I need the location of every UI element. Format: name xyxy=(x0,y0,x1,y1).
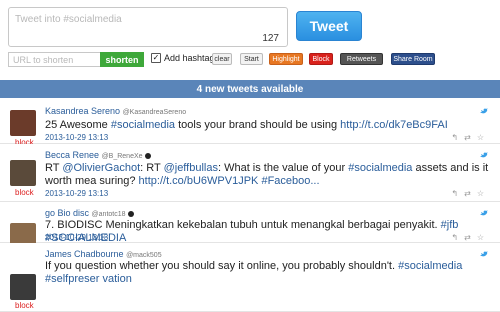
hashtag-link[interactable]: #Faceboo... xyxy=(261,175,319,187)
start-button[interactable]: Start xyxy=(240,53,263,65)
clear-button[interactable]: clear xyxy=(212,53,232,65)
tweet-author[interactable]: Becca Renee @B_ReneXe xyxy=(45,150,153,160)
block-user-link[interactable]: block xyxy=(15,301,34,310)
tweet-actions: ↰⇄☆ xyxy=(451,189,490,198)
tweet-author[interactable]: go Bio disc @antotc18 xyxy=(45,208,136,218)
hashtag-link[interactable]: #socialmedia xyxy=(398,260,462,272)
author-handle: @KasandreaSereno xyxy=(122,109,187,116)
tweet-text-segment: : RT xyxy=(140,162,164,174)
twitter-bird-icon xyxy=(480,152,488,158)
tweet-timestamp[interactable]: 2013-10-29 13:13 xyxy=(45,133,108,142)
tweet-text-segment: : What is the value of your xyxy=(217,162,349,174)
highlight-button[interactable]: Highlight xyxy=(269,53,303,65)
char-counter: 127 xyxy=(262,33,279,44)
twitter-bird-icon xyxy=(480,251,488,257)
tweet-text: RT @OlivierGachot: RT @jeffbullas: What … xyxy=(45,162,495,188)
author-handle: @antotc18 xyxy=(91,211,126,218)
hashtag-link[interactable]: #selfpreser vation xyxy=(45,273,132,285)
avatar[interactable] xyxy=(10,160,36,186)
tweet-text-segment: tools your brand should be using xyxy=(175,119,341,131)
tweet-text-segment: If you question whether you should say i… xyxy=(45,260,399,272)
tweet-author[interactable]: James Chadbourne @mack505 xyxy=(45,249,162,259)
star-icon[interactable]: ☆ xyxy=(477,189,490,198)
new-tweets-banner[interactable]: 4 new tweets available xyxy=(0,80,500,98)
tweet-text-segment: RT xyxy=(45,162,63,174)
tweet-text: If you question whether you should say i… xyxy=(45,260,495,286)
retweet-icon[interactable]: ⇄ xyxy=(464,189,477,198)
url-link[interactable]: http://t.co/dk7eBc9FAI xyxy=(340,119,448,131)
tweet-item[interactable]: block James Chadbourne @mack505 If you que… xyxy=(0,243,500,312)
verified-badge-icon xyxy=(144,152,151,159)
avatar[interactable] xyxy=(10,110,36,136)
hashtag-link[interactable]: @jeffbullas xyxy=(164,162,218,174)
tweet-item[interactable]: block Becca Renee @B_ReneXe RT @OlivierGac… xyxy=(0,144,500,202)
tweet-author[interactable]: Kasandrea Sereno @KasandreaSereno xyxy=(45,106,186,116)
hashtag-link[interactable]: #socialmedia xyxy=(348,162,412,174)
author-name[interactable]: Becca Renee xyxy=(45,150,99,160)
tweet-text-segment: 7. BIODISC Meningkatkan kekebalan tubuh … xyxy=(45,219,441,231)
retweet-icon[interactable]: ⇄ xyxy=(464,133,477,142)
shorten-button[interactable]: shorten xyxy=(100,52,144,67)
twitter-bird-icon xyxy=(480,210,488,216)
tweet-timestamp[interactable]: 2013-10-29 13:13 xyxy=(45,233,108,242)
verified-badge-icon xyxy=(127,210,134,217)
tweet-item[interactable]: block Kasandrea Sereno @KasandreaSereno 25… xyxy=(0,99,500,147)
block-user-link[interactable]: block xyxy=(15,188,34,197)
tweet-text-segment: 25 Awesome xyxy=(45,119,111,131)
author-name[interactable]: go Bio disc xyxy=(45,208,89,218)
avatar[interactable] xyxy=(10,274,36,300)
url-link[interactable]: http://t.co/bU6WPV1JPK xyxy=(139,175,259,187)
author-name[interactable]: James Chadbourne xyxy=(45,249,124,259)
retweet-icon[interactable]: ⇄ xyxy=(464,233,477,242)
hashtag-link[interactable]: #socialmedia xyxy=(111,119,175,131)
reply-icon[interactable]: ↰ xyxy=(451,133,464,142)
reply-icon[interactable]: ↰ xyxy=(451,233,464,242)
tweet-composer[interactable]: Tweet into #socialmedia 127 xyxy=(8,7,288,47)
author-name[interactable]: Kasandrea Sereno xyxy=(45,106,120,116)
hashtag-link[interactable]: #jfb xyxy=(441,219,459,231)
tweet-actions: ↰⇄☆ xyxy=(451,133,490,142)
block-button[interactable]: Block xyxy=(309,53,333,65)
tweet-button[interactable]: Tweet xyxy=(296,11,362,41)
retweets-button[interactable]: Retweets xyxy=(340,53,383,65)
twitter-bird-icon xyxy=(480,108,488,114)
tweet-text: 7. BIODISC Meningkatkan kekebalan tubuh … xyxy=(45,219,495,245)
star-icon[interactable]: ☆ xyxy=(477,233,490,242)
url-shorten-input[interactable]: URL to shorten xyxy=(8,52,100,67)
add-hashtag-checkbox[interactable]: ✓ xyxy=(151,53,161,63)
star-icon[interactable]: ☆ xyxy=(477,133,490,142)
author-handle: @mack505 xyxy=(126,252,162,259)
retweets-label: Retweets xyxy=(346,55,377,63)
composer-placeholder: Tweet into #socialmedia xyxy=(15,14,122,25)
author-handle: @B_ReneXe xyxy=(101,153,143,160)
reply-icon[interactable]: ↰ xyxy=(451,189,464,198)
tweet-text: 25 Awesome #socialmedia tools your brand… xyxy=(45,119,495,132)
add-hashtag-toggle[interactable]: ✓ Add hashtag xyxy=(151,53,215,63)
add-hashtag-label: Add hashtag xyxy=(164,53,215,63)
hashtag-link[interactable]: @OlivierGachot xyxy=(62,162,140,174)
tweet-actions: ↰⇄☆ xyxy=(451,233,490,242)
tweet-item[interactable]: blockgo Bio disc @antotc187. BIODISC Men… xyxy=(0,202,500,259)
tweet-timestamp[interactable]: 2013-10-29 13:13 xyxy=(45,189,108,198)
share-room-button[interactable]: Share Room xyxy=(391,53,435,65)
